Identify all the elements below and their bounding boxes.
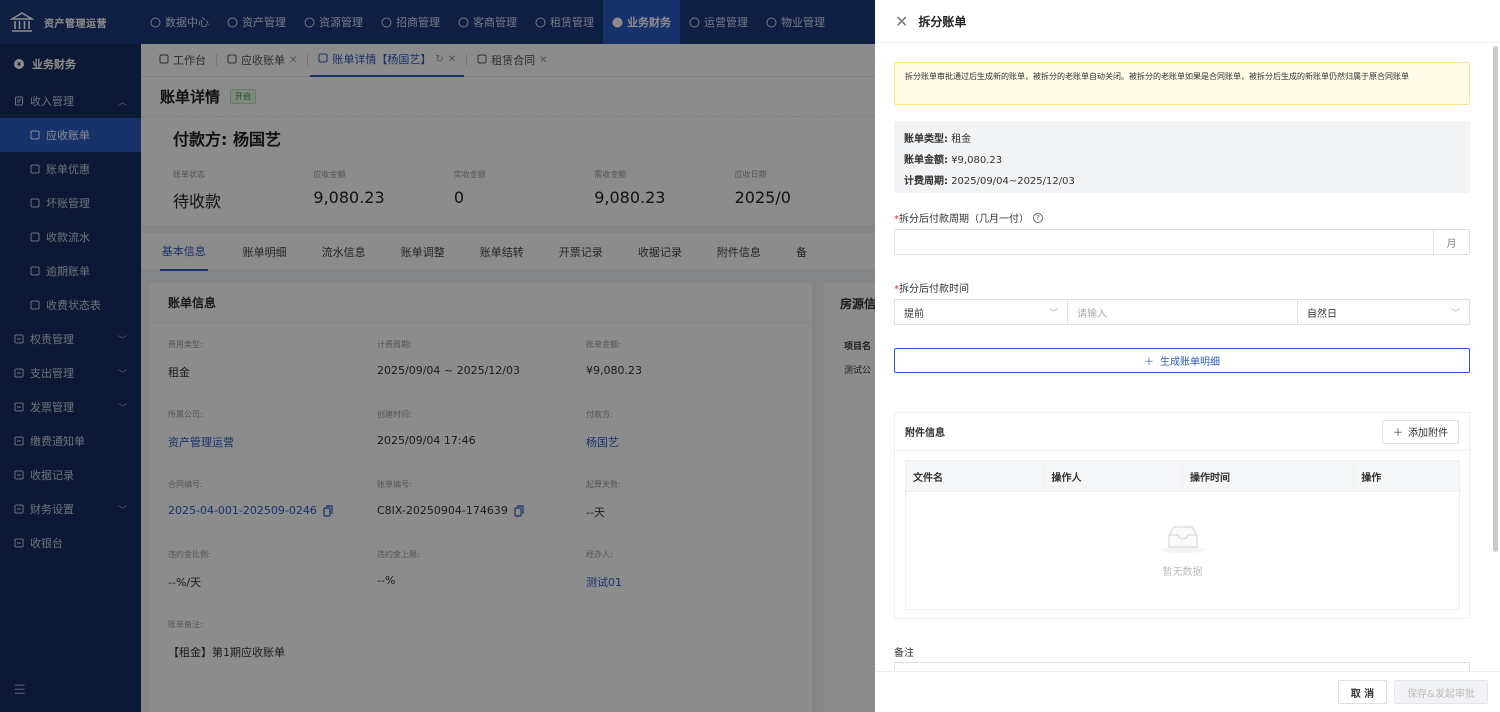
days-input[interactable]: 请输入 xyxy=(1067,300,1297,324)
drawer-footer: 取 消 保存&发起审批 xyxy=(875,671,1500,712)
generate-details-label: 生成账单明细 xyxy=(1160,357,1220,368)
attachments-section: 附件信息 ＋ 添加附件 文件名 操作人 操作时间 操作 暂无数据 xyxy=(894,412,1470,619)
payment-cycle-label-text: 拆分后付款周期（几月一付） xyxy=(899,214,1029,225)
bill-amount-label: 账单金额: xyxy=(904,155,948,166)
bill-period-value: 2025/09/04~2025/12/03 xyxy=(951,176,1075,187)
empty-text: 暂无数据 xyxy=(1162,567,1203,578)
empty-inbox-icon xyxy=(1160,526,1205,553)
payment-time-label: *拆分后付款时间 xyxy=(894,280,969,295)
day-type-select[interactable]: 自然日 ﹀ xyxy=(1297,300,1469,324)
day-type-value: 自然日 xyxy=(1307,308,1337,320)
add-attachment-label: 添加附件 xyxy=(1408,428,1448,439)
advance-select[interactable]: 提前 ﹀ xyxy=(895,300,1067,324)
save-submit-button[interactable]: 保存&发起审批 xyxy=(1394,680,1488,704)
table-header-cell: 操作人 xyxy=(1045,461,1183,491)
modal-mask[interactable] xyxy=(0,0,875,712)
attachments-title: 附件信息 xyxy=(905,428,945,439)
split-notice: 拆分账单审批通过后生成新的账单，被拆分的老账单自动关闭。被拆分的老账单如果是合同… xyxy=(894,62,1470,105)
drawer-title: 拆分账单 xyxy=(918,14,967,29)
cancel-button[interactable]: 取 消 xyxy=(1337,680,1388,704)
payment-cycle-label: *拆分后付款周期（几月一付） ? xyxy=(894,210,1043,225)
split-bill-drawer: ✕ 拆分账单 拆分账单审批通过后生成新的账单，被拆分的老账单自动关闭。被拆分的老… xyxy=(875,0,1500,712)
drawer-scrollbar[interactable] xyxy=(1493,46,1498,552)
empty-state: 暂无数据 xyxy=(906,492,1459,609)
bill-amount-value: ¥9,080.23 xyxy=(951,155,1003,166)
payment-cycle-input[interactable]: 月 xyxy=(894,229,1470,255)
advance-select-value: 提前 xyxy=(904,308,924,320)
payment-time-group: 提前 ﹀ 请输入 自然日 ﹀ xyxy=(894,299,1470,325)
attachments-table: 文件名 操作人 操作时间 操作 暂无数据 xyxy=(905,460,1460,610)
table-header-cell: 操作 xyxy=(1361,472,1382,484)
table-header-cell: 文件名 xyxy=(906,461,1045,491)
bill-type-value: 租金 xyxy=(951,134,972,145)
month-suffix: 月 xyxy=(1433,230,1469,254)
table-header-cell: 操作时间 xyxy=(1183,461,1355,491)
remark-label: 备注 xyxy=(894,648,914,659)
bill-type-label: 账单类型: xyxy=(904,134,948,145)
bill-period-label: 计费周期: xyxy=(904,176,948,187)
close-icon[interactable]: ✕ xyxy=(895,12,908,31)
plus-icon: ＋ xyxy=(1393,428,1403,439)
help-icon[interactable]: ? xyxy=(1033,212,1043,223)
add-attachment-button[interactable]: ＋ 添加附件 xyxy=(1382,419,1459,444)
bill-info-box: 账单类型: 租金 账单金额: ¥9,080.23 计费周期: 2025/09/0… xyxy=(894,121,1470,193)
plus-icon: ＋ xyxy=(1144,357,1154,368)
chevron-down-icon: ﹀ xyxy=(1048,308,1058,319)
payment-time-label-text: 拆分后付款时间 xyxy=(899,284,969,295)
days-input-placeholder: 请输入 xyxy=(1077,308,1107,320)
chevron-down-icon: ﹀ xyxy=(1450,308,1460,319)
generate-details-button[interactable]: ＋ 生成账单明细 xyxy=(894,348,1470,373)
